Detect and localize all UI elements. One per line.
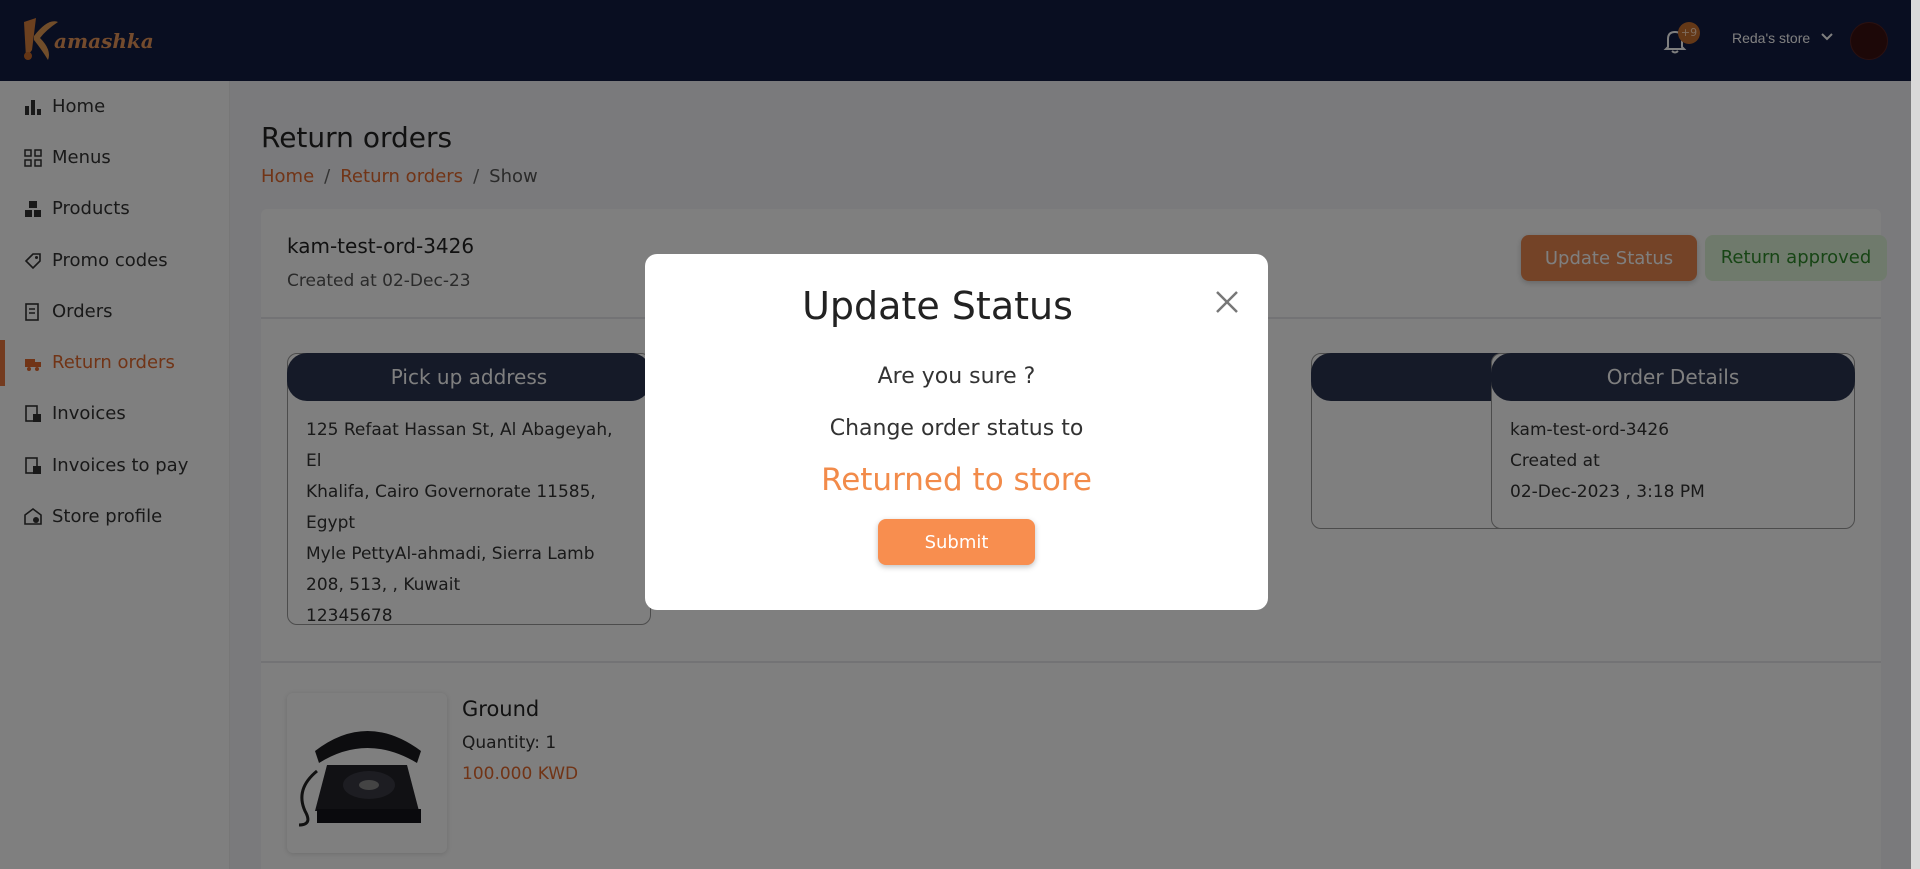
submit-button[interactable]: Submit (878, 519, 1035, 565)
close-icon[interactable] (1213, 288, 1241, 316)
update-status-modal: Update Status Are you sure ? Change orde… (645, 254, 1268, 610)
modal-title: Update Status (802, 284, 1073, 328)
modal-new-status: Returned to store (821, 462, 1092, 498)
scrollbar[interactable] (1911, 0, 1920, 869)
modal-change-text: Change order status to (829, 416, 1084, 441)
modal-question: Are you sure ? (877, 364, 1036, 389)
